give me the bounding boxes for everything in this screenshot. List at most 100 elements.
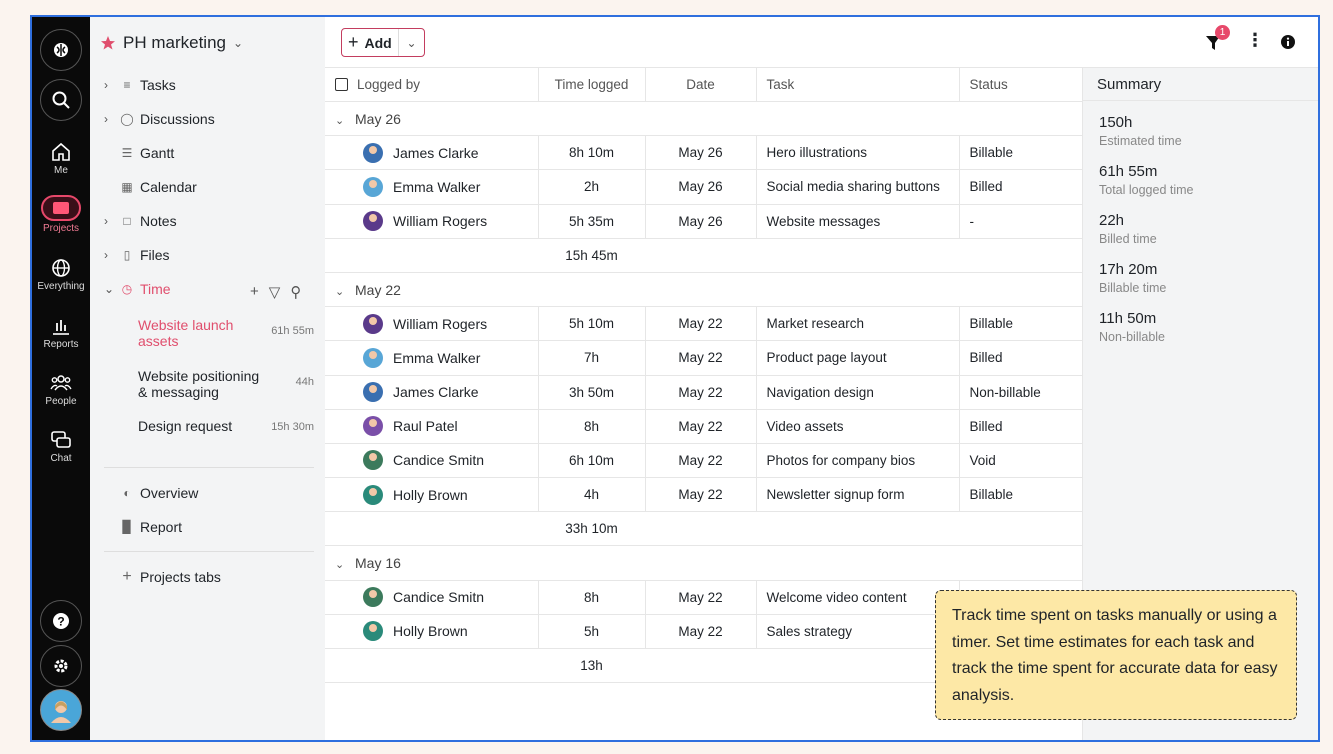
task-cell[interactable]: Social media sharing buttons (755, 169, 959, 205)
summary-value: 150h (1099, 114, 1133, 131)
clock-icon: ◷ (121, 282, 133, 296)
task-cell[interactable]: Photos for company bios (755, 443, 959, 479)
task-cell[interactable]: Welcome video content (755, 580, 959, 615)
sidebar-item-gantt[interactable]: ☰ Gantt (104, 143, 175, 163)
date-group-row[interactable]: ⌄ May 22 (325, 272, 1082, 308)
rail-item-reports[interactable]: Reports (32, 315, 90, 350)
task-cell[interactable]: Sales strategy (755, 614, 959, 650)
sidebar-item-label: Files (140, 247, 170, 263)
status-cell[interactable]: - (958, 204, 1082, 239)
info-icon[interactable] (1280, 34, 1296, 55)
table-row[interactable]: James Clarke 3h 50m May 22 Navigation desig… (325, 375, 1082, 410)
group-total-time: 15h 45m (538, 238, 645, 273)
time-subitem[interactable]: Website launch assets 61h 55m (138, 317, 314, 349)
sidebar-item-projects-tabs[interactable]: + Projects tabs (104, 567, 221, 587)
rail-label-reports: Reports (43, 339, 79, 350)
table-row[interactable]: Holly Brown 4h May 22 Newsletter signup for… (325, 477, 1082, 513)
table-row[interactable]: William Rogers 5h 10m May 22 Market researc… (325, 306, 1082, 342)
workspace-logo-icon[interactable] (40, 29, 82, 71)
col-date[interactable]: Date (644, 67, 756, 102)
filter-icon[interactable]: 1 (1205, 25, 1230, 57)
date-group-row[interactable]: ⌄ May 26 (325, 101, 1082, 137)
task-cell[interactable]: Newsletter signup form (755, 477, 959, 513)
task-cell[interactable]: Navigation design (755, 375, 959, 410)
logged-by-name: Raul Patel (393, 418, 458, 435)
rail-item-projects[interactable]: Projects (32, 195, 90, 234)
add-dropdown-toggle[interactable]: ⌄ (398, 29, 424, 56)
summary-value: 61h 55m (1099, 163, 1158, 180)
time-logged-cell: 6h 10m (537, 443, 645, 479)
summary-item: 150h Estimated time (1083, 114, 1318, 150)
summary-value: 11h 50m (1099, 310, 1157, 327)
task-cell[interactable]: Product page layout (755, 340, 959, 376)
chat-icon (51, 431, 71, 448)
table-row[interactable]: Emma Walker 2h May 26 Social media sharing … (325, 169, 1082, 205)
table-row[interactable]: Emma Walker 7h May 22 Product page layout Bi… (325, 340, 1082, 376)
task-cell[interactable]: Market research (755, 306, 959, 342)
table-row[interactable]: William Rogers 5h 35m May 26 Website messag… (325, 204, 1082, 239)
group-total-row: 15h 45m (325, 238, 1082, 273)
col-time-logged[interactable]: Time logged (537, 67, 645, 102)
group-total-time: 33h 10m (538, 511, 645, 547)
sidebar-item-notes[interactable]: › □ Notes (104, 211, 177, 231)
task-cell[interactable]: Website messages (755, 204, 959, 239)
add-button[interactable]: + Add (342, 29, 398, 56)
status-cell[interactable]: Billable (958, 477, 1082, 513)
add-icon[interactable]: + (250, 283, 259, 301)
user-avatar[interactable] (40, 689, 82, 731)
chevron-down-icon: ⌄ (335, 114, 345, 127)
avatar (363, 621, 383, 642)
task-cell[interactable]: Hero illustrations (755, 135, 959, 171)
sidebar-item-label: Tasks (140, 77, 176, 93)
chevron-right-icon: › (104, 248, 108, 262)
table-row[interactable]: Raul Patel 8h May 22 Video assets Billed (325, 409, 1082, 444)
plus-icon: + (122, 568, 132, 585)
rail-item-everything[interactable]: Everything (32, 257, 90, 292)
sidebar-item-tasks[interactable]: › ≡ Tasks (104, 75, 176, 95)
time-subitem[interactable]: Website positioning & messaging 44h (138, 368, 314, 400)
filter-icon[interactable]: ▽ (269, 283, 281, 301)
sidebar-item-time[interactable]: ⌄ ◷ Time (104, 279, 171, 299)
sidebar-item-report[interactable]: ▉ Report (104, 517, 182, 537)
col-status[interactable]: Status (958, 67, 1082, 102)
col-logged-by[interactable]: Logged by (325, 67, 538, 102)
sidebar-item-calendar[interactable]: ▦ Calendar (104, 177, 197, 197)
status-cell[interactable]: Billable (958, 135, 1082, 171)
date-group-row[interactable]: ⌄ May 16 (325, 545, 1082, 581)
calendar-icon: ▦ (121, 180, 133, 194)
feature-callout: Track time spent on tasks manually or us… (935, 590, 1297, 720)
status-cell[interactable]: Non-billable (958, 375, 1082, 410)
task-cell[interactable]: Video assets (755, 409, 959, 444)
status-cell[interactable]: Void (958, 443, 1082, 479)
settings-gear-icon[interactable] (40, 645, 82, 687)
sidebar-item-label: Report (140, 519, 183, 535)
project-switcher[interactable]: PH marketing ⌄ (100, 33, 243, 53)
avatar (363, 484, 383, 505)
status-cell[interactable]: Billed (958, 409, 1082, 444)
bar-chart-icon: ▉ (122, 520, 132, 534)
time-subitem[interactable]: Design request 15h 30m (138, 418, 314, 434)
rail-item-people[interactable]: People (32, 372, 90, 407)
help-icon[interactable]: ? (40, 600, 82, 642)
star-icon (101, 36, 115, 50)
status-cell[interactable]: Billed (958, 169, 1082, 205)
sidebar-item-files[interactable]: › ▯ Files (104, 245, 170, 265)
add-button-group: + Add ⌄ (341, 28, 425, 57)
search-icon[interactable]: ⚲ (290, 283, 301, 301)
status-cell[interactable]: Billed (958, 340, 1082, 376)
more-options-icon[interactable]: ⋮ (1246, 31, 1264, 49)
table-row[interactable]: James Clarke 8h 10m May 26 Hero illustratio… (325, 135, 1082, 171)
status-cell[interactable]: Billable (958, 306, 1082, 342)
rail-item-me[interactable]: Me (32, 141, 90, 176)
rail-label-projects: Projects (42, 223, 80, 234)
time-logged-cell: 5h 10m (537, 306, 645, 342)
rail-item-chat[interactable]: Chat (32, 429, 90, 464)
filter-badge: 1 (1215, 25, 1230, 40)
date-cell: May 22 (644, 306, 756, 342)
search-icon[interactable] (40, 79, 82, 121)
sidebar-item-discussions[interactable]: › ◯ Discussions (104, 109, 215, 129)
col-task[interactable]: Task (755, 67, 959, 102)
select-all-checkbox[interactable] (335, 78, 348, 91)
sidebar-item-overview[interactable]: ◐ Overview (104, 483, 198, 503)
table-row[interactable]: Candice Smitn 6h 10m May 22 Photos for comp… (325, 443, 1082, 479)
